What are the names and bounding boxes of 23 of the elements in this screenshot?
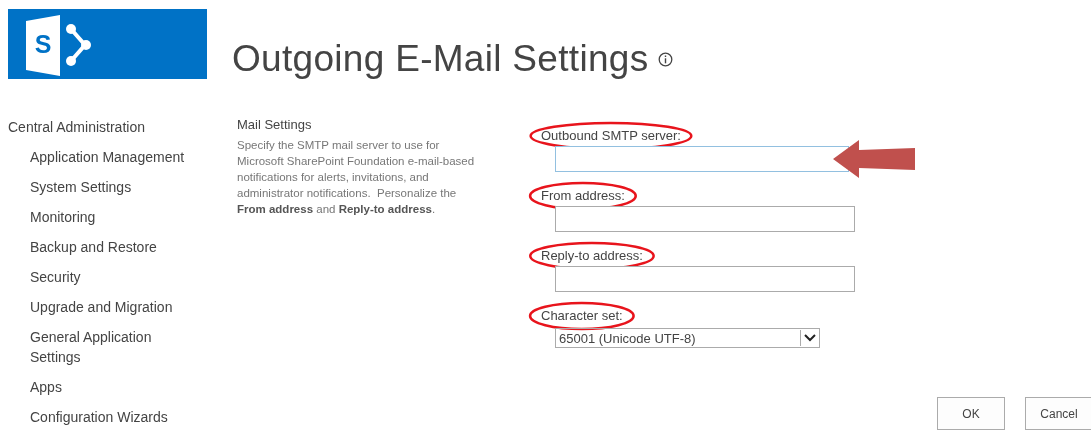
field-label: Character set:	[541, 308, 623, 324]
character-set-dropdown[interactable]: 65001 (Unicode UTF-8)	[555, 328, 820, 348]
caret-icon	[800, 330, 819, 346]
nav-link[interactable]: Monitoring	[30, 207, 188, 227]
nav-link[interactable]: Backup and Restore	[30, 237, 188, 257]
nav-link[interactable]: Security	[30, 267, 188, 287]
text-field[interactable]	[555, 146, 849, 172]
section-title: Mail Settings	[237, 117, 313, 133]
dialog-button[interactable]: OK	[937, 397, 1005, 430]
section-description: Specify the SMTP mail server to use for Microsoft SharePoint Foundation e-mail-based notifications for alerts, invitations, and administrator notifications. Personalize the From address and Reply-to address.	[237, 138, 476, 217]
nav-link[interactable]: General Application Settings	[30, 327, 188, 367]
logo-letter: S	[33, 29, 53, 59]
dialog-button[interactable]: Cancel	[1025, 397, 1091, 430]
nav-link[interactable]: Configuration Wizards	[30, 407, 188, 427]
nav-heading[interactable]: Central Administration	[8, 117, 222, 137]
text-field[interactable]	[555, 206, 855, 232]
nav-link[interactable]: Application Management	[30, 147, 188, 167]
info-icon[interactable]	[658, 51, 674, 67]
nav-link[interactable]: System Settings	[30, 177, 188, 197]
nav-link[interactable]: Upgrade and Migration	[30, 297, 188, 317]
text-field[interactable]	[555, 266, 855, 292]
nav-link[interactable]: Apps	[30, 377, 188, 397]
page-title: Outgoing E-Mail Settings	[232, 38, 649, 80]
